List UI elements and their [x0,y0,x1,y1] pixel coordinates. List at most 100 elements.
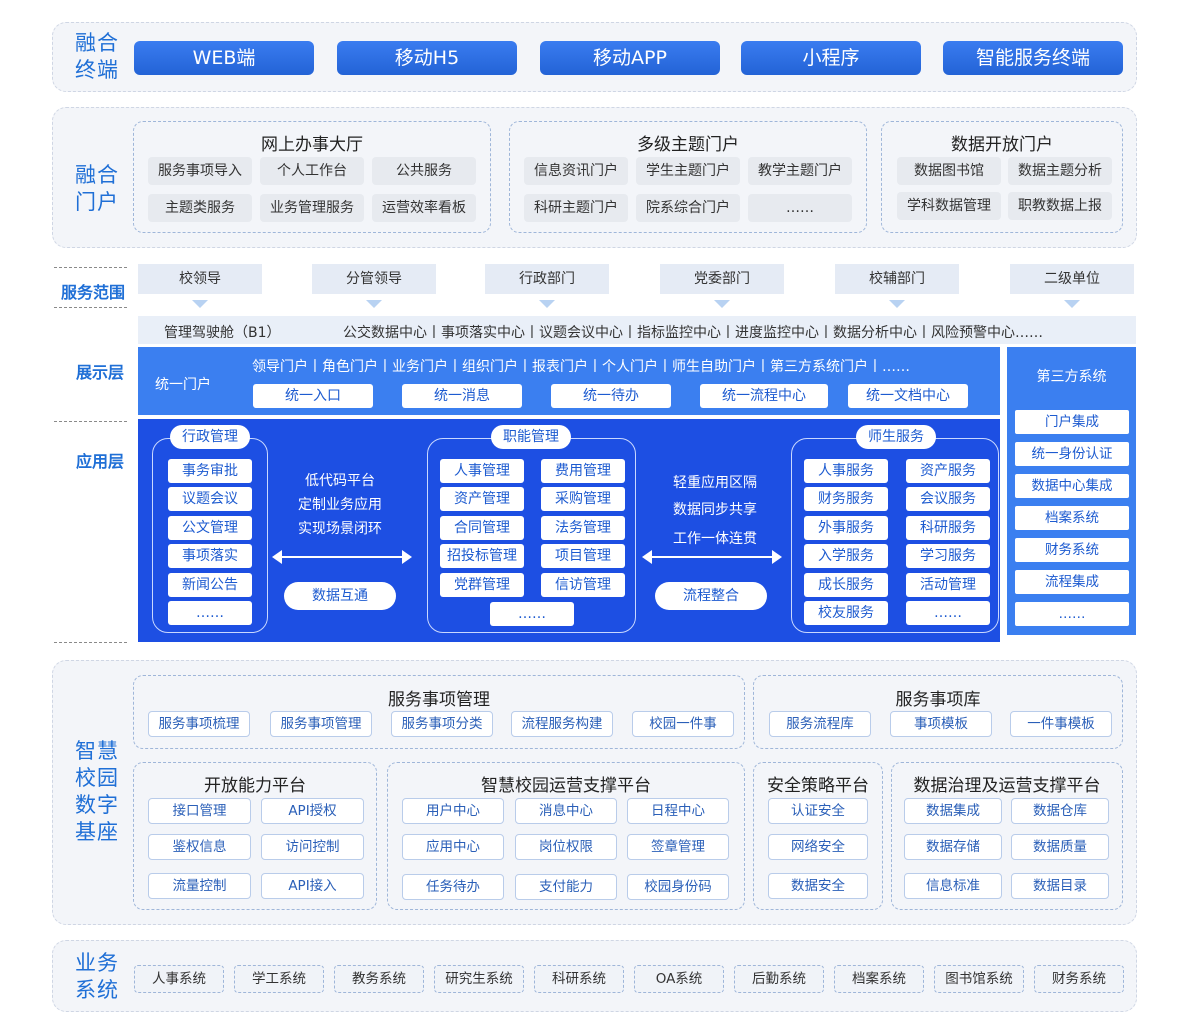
func-item[interactable]: 党群管理 [440,573,524,597]
portal-item[interactable]: 数据图书馆 [897,157,1001,185]
terminal-app-button[interactable]: 移动APP [540,41,720,75]
sec-item[interactable]: 认证安全 [768,798,868,824]
third-party-item[interactable]: 财务系统 [1015,538,1129,562]
admin-item[interactable]: 事项落实 [168,544,252,568]
service-item[interactable]: 成长服务 [804,573,888,597]
data-gov-item[interactable]: 数据存储 [904,834,1002,860]
service-item[interactable]: 科研服务 [906,516,990,540]
third-party-item[interactable]: 流程集成 [1015,570,1129,594]
admin-item[interactable]: 事务审批 [168,459,252,483]
biz-item[interactable]: 图书馆系统 [934,965,1024,993]
svc-mgmt-item[interactable]: 服务事项梳理 [148,711,250,737]
display-workflow-button[interactable]: 统一流程中心 [700,384,828,408]
ops-title: 智慧校园运营支撑平台 [481,776,651,796]
terminal-h5-button[interactable]: 移动H5 [337,41,517,75]
display-todo-button[interactable]: 统一待办 [551,384,671,408]
sec-item[interactable]: 数据安全 [768,873,868,899]
portal-item[interactable]: 个人工作台 [260,157,364,185]
data-gov-item[interactable]: 数据质量 [1011,834,1109,860]
svc-mgmt-item[interactable]: 校园一件事 [632,711,734,737]
biz-item[interactable]: 档案系统 [834,965,924,993]
ops-item[interactable]: 校园身份码 [627,874,729,900]
biz-item[interactable]: 科研系统 [534,965,624,993]
open-item[interactable]: API接入 [261,873,364,899]
third-party-item[interactable]: 门户集成 [1015,410,1129,434]
service-item[interactable]: 学习服务 [906,544,990,568]
service-item[interactable]: 外事服务 [804,516,888,540]
portal-item[interactable]: 院系综合门户 [636,194,740,222]
func-item[interactable]: 资产管理 [440,487,524,511]
sec-item[interactable]: 网络安全 [768,834,868,860]
third-party-item[interactable]: 统一身份认证 [1015,442,1129,466]
biz-item[interactable]: 研究生系统 [434,965,524,993]
ops-item[interactable]: 用户中心 [402,798,504,824]
portal-item[interactable]: 运营效率看板 [372,194,476,222]
admin-item[interactable]: 新闻公告 [168,573,252,597]
portal-item[interactable]: 数据主题分析 [1008,157,1112,185]
portal-item[interactable]: 信息资讯门户 [524,157,628,185]
portal-item[interactable]: 公共服务 [372,157,476,185]
func-item[interactable]: 采购管理 [541,487,625,511]
func-item[interactable]: 项目管理 [541,544,625,568]
terminal-miniprogram-button[interactable]: 小程序 [741,41,921,75]
svc-lib-item[interactable]: 一件事模板 [1010,711,1112,737]
ops-item[interactable]: 任务待办 [402,874,504,900]
open-item[interactable]: API授权 [261,798,364,824]
func-item[interactable]: 招投标管理 [440,544,524,568]
ops-item[interactable]: 支付能力 [515,874,617,900]
func-item[interactable]: 法务管理 [541,516,625,540]
biz-item[interactable]: 人事系统 [134,965,224,993]
open-item[interactable]: 访问控制 [261,834,364,860]
service-item[interactable]: 会议服务 [906,487,990,511]
portal-item[interactable]: 学生主题门户 [636,157,740,185]
service-item[interactable]: 人事服务 [804,459,888,483]
data-gov-item[interactable]: 数据仓库 [1011,798,1109,824]
display-message-button[interactable]: 统一消息 [402,384,522,408]
ops-item[interactable]: 日程中心 [627,798,729,824]
ops-item[interactable]: 消息中心 [515,798,617,824]
portal-item[interactable]: 科研主题门户 [524,194,628,222]
open-item[interactable]: 接口管理 [148,798,251,824]
biz-item[interactable]: 后勤系统 [734,965,824,993]
service-item[interactable]: 校友服务 [804,601,888,625]
svc-lib-item[interactable]: 事项模板 [890,711,992,737]
terminal-kiosk-button[interactable]: 智能服务终端 [943,41,1123,75]
portal-item[interactable]: 教学主题门户 [748,157,852,185]
func-item[interactable]: 费用管理 [541,459,625,483]
svc-mgmt-item[interactable]: 服务事项分类 [391,711,493,737]
svc-mgmt-item[interactable]: 流程服务构建 [511,711,613,737]
svc-mgmt-item[interactable]: 服务事项管理 [270,711,372,737]
service-item[interactable]: 入学服务 [804,544,888,568]
biz-item[interactable]: 教务系统 [334,965,424,993]
open-item[interactable]: 鉴权信息 [148,834,251,860]
ops-item[interactable]: 签章管理 [627,834,729,860]
service-item[interactable]: 活动管理 [906,573,990,597]
func-item[interactable]: 人事管理 [440,459,524,483]
terminal-web-button[interactable]: WEB端 [134,41,314,75]
portal-item[interactable]: 学科数据管理 [897,192,1001,220]
biz-item[interactable]: 财务系统 [1034,965,1124,993]
data-gov-item[interactable]: 数据目录 [1011,873,1109,899]
data-gov-item[interactable]: 数据集成 [904,798,1002,824]
data-gov-item[interactable]: 信息标准 [904,873,1002,899]
service-item[interactable]: 资产服务 [906,459,990,483]
ops-item[interactable]: 应用中心 [402,834,504,860]
admin-item[interactable]: 议题会议 [168,487,252,511]
third-party-item[interactable]: 数据中心集成 [1015,474,1129,498]
portal-item[interactable]: 主题类服务 [148,194,252,222]
third-party-item[interactable]: 档案系统 [1015,506,1129,530]
biz-item[interactable]: 学工系统 [234,965,324,993]
service-item[interactable]: 财务服务 [804,487,888,511]
display-entry-button[interactable]: 统一入口 [253,384,373,408]
portal-item[interactable]: 业务管理服务 [260,194,364,222]
biz-item[interactable]: OA系统 [634,965,724,993]
open-item[interactable]: 流量控制 [148,873,251,899]
portal-item[interactable]: 服务事项导入 [148,157,252,185]
func-item[interactable]: 合同管理 [440,516,524,540]
ops-item[interactable]: 岗位权限 [515,834,617,860]
func-item[interactable]: 信访管理 [541,573,625,597]
display-document-button[interactable]: 统一文档中心 [848,384,968,408]
portal-item[interactable]: 职教数据上报 [1008,192,1112,220]
svc-lib-item[interactable]: 服务流程库 [769,711,871,737]
admin-item[interactable]: 公文管理 [168,516,252,540]
